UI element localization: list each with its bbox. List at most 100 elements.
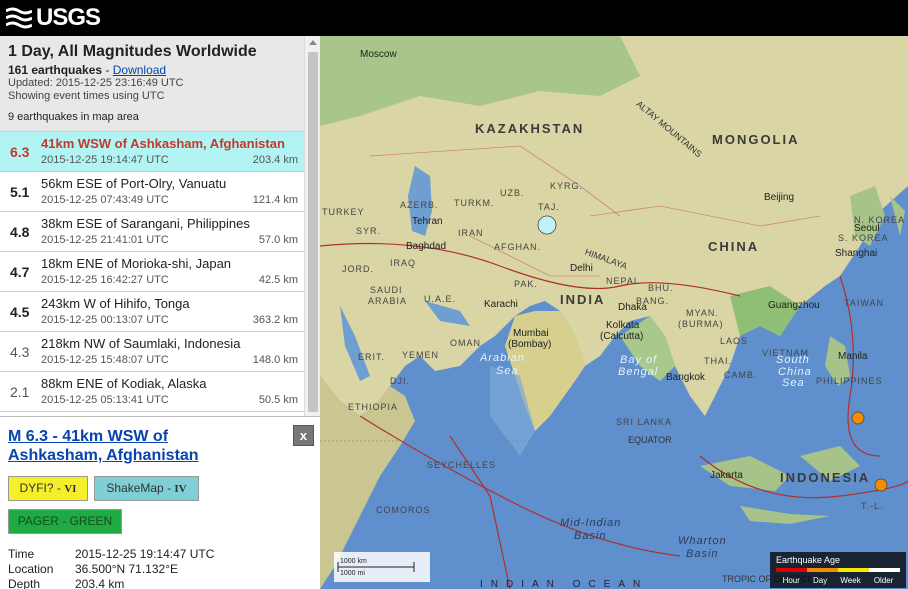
ocean-label: INDIAN OCEAN [480,579,649,589]
country-label: BHU. [648,283,674,293]
time-mode: Showing event times using UTC [8,90,165,102]
list-summary: 1 Day, All Magnitudes Worldwide 161 eart… [0,36,304,132]
city-label: Mumbai [513,328,549,339]
dyfi-label: DYFI? - [19,481,65,495]
selected-earthquake-marker[interactable] [537,215,557,235]
country-label: ERIT. [358,352,386,362]
country-label: OMAN [450,338,481,348]
earthquake-map[interactable]: KAZAKHSTAN MONGOLIA CHINA INDIA INDONESI… [320,36,908,589]
legend-label: Day [813,576,828,585]
country-label: T.-L. [861,501,884,511]
shakemap-button[interactable]: ShakeMap - IV [94,476,199,501]
city-label: Karachi [484,299,518,310]
place: 243km W of Hihifo, Tonga [41,296,190,311]
earthquake-marker[interactable] [874,478,888,492]
scroll-up-arrow-icon[interactable] [309,40,317,45]
country-label: TURKEY [322,207,365,217]
place: 41km WSW of Ashkasham, Afghanistan [41,136,285,151]
usgs-wave-icon [6,5,32,31]
legend-swatch-week [838,568,869,572]
country-label: THAI. [704,356,733,366]
usgs-logo[interactable]: USGS [6,4,101,32]
place: 88km ENE of Kodiak, Alaska [41,376,207,391]
city-label: Jakarta [710,470,743,481]
earthquake-marker[interactable] [851,411,865,425]
sea-label: Wharton [678,535,727,547]
city-label: Delhi [570,263,593,274]
country-label: COMOROS [376,505,431,515]
earthquake-list-item[interactable]: 4.5 243km W of Hihifo, Tonga 2015-12-25 … [0,292,304,332]
event-title-link[interactable]: M 6.3 - 41km WSW of Ashkasham, Afghanist… [8,427,248,465]
earthquake-list-item[interactable]: 4.7 18km ENE of Morioka-shi, Japan 2015-… [0,252,304,292]
legend-label: Hour [782,576,800,585]
list-scrollbar[interactable] [304,36,320,416]
earthquake-list-item[interactable]: 2.1 88km ENE of Kodiak, Alaska 2015-12-2… [0,372,304,412]
city-label: Shanghai [835,248,878,259]
country-label: SEYCHELLES [427,460,497,470]
depth: 50.5 km [258,394,298,406]
country-label: LAOS [720,336,749,346]
earthquake-age-legend: Earthquake Age Hour Day Week Older [770,552,906,588]
sea-label: South [776,354,810,366]
header-bar: USGS [0,0,908,36]
sea-label: Bengal [618,366,659,378]
earthquake-list-item[interactable]: 4.8 38km ESE of Sarangani, Philippines 2… [0,212,304,252]
legend-swatch-hour [776,568,807,572]
country-label: NEPAL [606,276,640,286]
location-key: Location [8,562,54,576]
earthquake-list-panel: 1 Day, All Magnitudes Worldwide 161 eart… [0,36,320,589]
feed-title: 1 Day, All Magnitudes Worldwide [8,43,257,60]
depth: 57.0 km [258,234,298,246]
place: 56km ESE of Port-Olry, Vanuatu [41,176,227,191]
place: 18km ENE of Morioka-shi, Japan [41,256,232,271]
count-separator: - [102,63,113,77]
map-scale: 1000 km 1000 mi [334,552,430,582]
country-label: U.A.E. [424,294,457,304]
country-label: CAMB. [724,370,758,380]
event-time: 2015-12-25 19:14:47 UTC [41,154,169,166]
earthquake-list-item[interactable]: 4.3 218km NW of Saumlaki, Indonesia 2015… [0,332,304,372]
event-time: 2015-12-25 05:13:41 UTC [41,394,169,406]
city-label: Manila [838,351,868,362]
event-time: 2015-12-25 21:41:01 UTC [41,234,169,246]
download-link[interactable]: Download [113,63,166,77]
usgs-logo-text: USGS [36,4,101,31]
time-key: Time [8,547,35,561]
country-label: ETHIOPIA [348,402,399,412]
pager-button[interactable]: PAGER - GREEN [8,509,122,534]
city-label: Seoul [854,223,880,234]
event-time: 2015-12-25 15:48:07 UTC [41,354,169,366]
equator-label: EQUATOR [628,435,672,445]
country-label: YEMEN [402,350,440,360]
sea-label: Mid-Indian [560,517,622,529]
event-time: 2015-12-25 16:42:27 UTC [41,274,169,286]
country-label: KYRG. [550,181,584,191]
country-label: CHINA [708,239,760,254]
country-label: MONGOLIA [712,132,800,147]
close-button[interactable]: x [293,425,314,446]
legend-label: Older [873,576,894,585]
depth: 363.2 km [252,314,298,326]
country-label: INDONESIA [780,470,871,485]
sea-label: Sea [782,377,805,389]
legend-swatch-older [869,568,900,572]
sea-label: Basin [686,548,719,560]
feed-count: 161 earthquakes - Download [8,63,304,77]
depth-value: 203.4 km [75,577,125,589]
city-label: Beijing [764,192,795,203]
legend-labels: Hour Day Week Older [776,576,900,585]
city-label: Tehran [412,216,443,227]
scroll-thumb[interactable] [308,52,318,412]
time-value: 2015-12-25 19:14:47 UTC [75,547,215,561]
country-label: IRAN [458,228,484,238]
dyfi-button[interactable]: DYFI? - VI [8,476,88,501]
city-label: Baghdad [406,241,447,252]
earthquake-list-item[interactable]: 6.3 41km WSW of Ashkasham, Afghanistan 2… [0,132,304,172]
country-label: ARABIA [368,296,408,306]
country-label: JORD. [342,264,374,274]
depth: 148.0 km [252,354,298,366]
event-info: Time 2015-12-25 19:14:47 UTC Location 36.5… [8,547,214,589]
earthquake-list-item[interactable]: 5.1 56km ESE of Port-Olry, Vanuatu 2015-… [0,172,304,212]
country-label: INDIA [560,292,606,307]
sea-label: Basin [574,530,607,542]
